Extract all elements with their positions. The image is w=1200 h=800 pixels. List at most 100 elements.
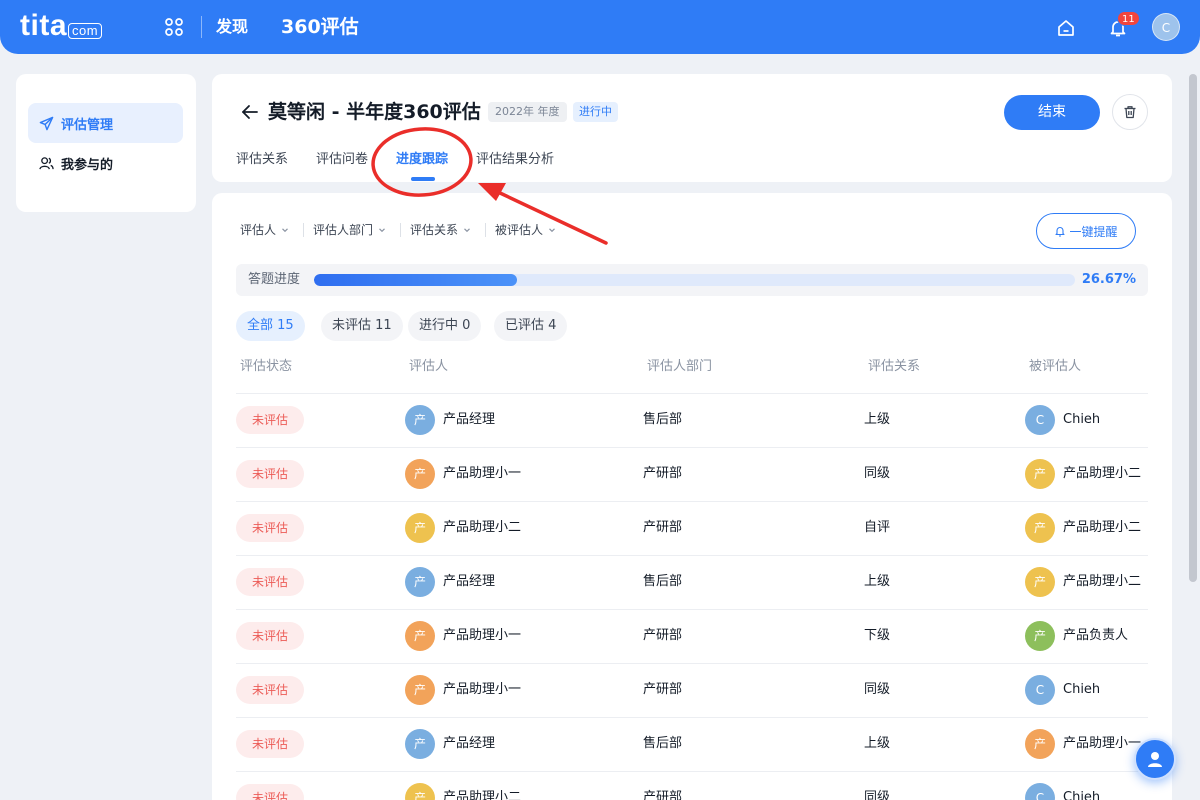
evaluation-relation: 上级 bbox=[864, 574, 891, 589]
home-icon[interactable] bbox=[1056, 18, 1076, 38]
customer-service-button[interactable] bbox=[1134, 738, 1176, 780]
bell-icon bbox=[1055, 227, 1066, 237]
table-row[interactable]: 未评估产产品助理小二 产研部 自评产产品助理小二 bbox=[236, 502, 1148, 556]
status-badge: 未评估 bbox=[236, 622, 304, 650]
chevron-down-icon bbox=[549, 228, 555, 233]
evaluatee-avatar: 产 bbox=[1025, 513, 1055, 543]
column-header-evaluator: 评估人 bbox=[409, 359, 449, 374]
tab-progress-tracking[interactable]: 进度跟踪 bbox=[396, 151, 448, 169]
evaluator-name: 产品经理 bbox=[443, 412, 496, 427]
filter-divider bbox=[485, 223, 486, 237]
filter-evaluator-department[interactable]: 评估人部门 bbox=[313, 222, 386, 238]
evaluatee-name: Chieh bbox=[1063, 412, 1101, 427]
chip-in-progress[interactable]: 进行中 0 bbox=[408, 311, 482, 341]
tab-result-analysis[interactable]: 评估结果分析 bbox=[476, 151, 554, 169]
notification-badge: 11 bbox=[1117, 11, 1140, 26]
evaluatee-avatar: 产 bbox=[1025, 567, 1055, 597]
evaluator-department: 产研部 bbox=[643, 682, 683, 697]
evaluator-name: 产品助理小一 bbox=[443, 466, 522, 481]
evaluator-avatar: 产 bbox=[405, 405, 435, 435]
nav-discover[interactable]: 发现 bbox=[216, 16, 248, 38]
nav-360-evaluation[interactable]: 360评估 bbox=[281, 14, 359, 40]
evaluator-department: 产研部 bbox=[643, 520, 683, 535]
evaluator-department: 售后部 bbox=[643, 412, 683, 427]
status-badge: 未评估 bbox=[236, 514, 304, 542]
back-arrow-icon[interactable] bbox=[240, 102, 260, 122]
filter-label: 评估关系 bbox=[410, 223, 459, 237]
evaluatee-avatar: 产 bbox=[1025, 459, 1055, 489]
evaluator-avatar: 产 bbox=[405, 621, 435, 651]
progress-label: 答题进度 bbox=[248, 272, 301, 287]
page-scrollbar[interactable] bbox=[1188, 72, 1198, 800]
tab-evaluation-relations[interactable]: 评估关系 bbox=[236, 151, 288, 169]
filter-evaluatee[interactable]: 被评估人 bbox=[495, 222, 556, 238]
column-header-evaluatee: 被评估人 bbox=[1029, 359, 1082, 374]
evaluatee-avatar: C bbox=[1025, 783, 1055, 800]
evaluation-relation: 上级 bbox=[864, 412, 891, 427]
table-row[interactable]: 未评估产产品经理 售后部 上级产产品助理小一 bbox=[236, 718, 1148, 772]
chip-not-evaluated[interactable]: 未评估 11 bbox=[321, 311, 403, 341]
top-bar: tita com 发现 360评估 11 C bbox=[0, 0, 1200, 54]
status-badge: 未评估 bbox=[236, 568, 304, 596]
evaluator-department: 售后部 bbox=[643, 574, 683, 589]
tab-evaluation-questionnaire[interactable]: 评估问卷 bbox=[316, 151, 368, 169]
filter-evaluator[interactable]: 评估人 bbox=[240, 222, 289, 238]
evaluatee-name: Chieh bbox=[1063, 790, 1101, 800]
evaluator-name: 产品助理小一 bbox=[443, 682, 522, 697]
status-badge: 未评估 bbox=[236, 730, 304, 758]
scrollbar-thumb[interactable] bbox=[1189, 74, 1197, 582]
evaluatee-name: 产品负责人 bbox=[1063, 628, 1129, 643]
logo-suffix: com bbox=[68, 23, 103, 39]
filter-divider bbox=[400, 223, 401, 237]
evaluator-name: 产品经理 bbox=[443, 736, 496, 751]
table-row[interactable]: 未评估 产产品助理小一 产研部 同级 C Chieh bbox=[236, 664, 1148, 718]
column-header-relation: 评估关系 bbox=[868, 359, 921, 374]
people-icon bbox=[39, 156, 54, 169]
trash-icon bbox=[1124, 106, 1136, 119]
year-tag: 2022年 年度 bbox=[488, 102, 567, 122]
logo-text: tita bbox=[20, 9, 67, 42]
evaluation-relation: 上级 bbox=[864, 736, 891, 751]
evaluation-header-card: 莫等闲 - 半年度360评估 2022年 年度 进行中 结束 评估关系 评估问卷… bbox=[212, 74, 1172, 182]
table-row[interactable]: 未评估产产品助理小一 产研部 同级产产品助理小二 bbox=[236, 448, 1148, 502]
end-button[interactable]: 结束 bbox=[1004, 95, 1100, 130]
sidebar-item-label: 我参与的 bbox=[61, 157, 114, 173]
progress-tracking-card: 评估人 评估人部门 评估关系 被评估人 一键提醒 答题进度 26.67% 全部 … bbox=[212, 193, 1172, 800]
chip-evaluated[interactable]: 已评估 4 bbox=[494, 311, 568, 341]
delete-button[interactable] bbox=[1112, 94, 1148, 130]
sidebar-item-participated[interactable]: 我参与的 bbox=[28, 143, 183, 183]
status-badge: 未评估 bbox=[236, 784, 304, 800]
remind-label: 一键提醒 bbox=[1069, 224, 1118, 239]
progress-track bbox=[314, 274, 1075, 286]
evaluation-relation: 同级 bbox=[864, 790, 891, 800]
sidebar-item-evaluation-management[interactable]: 评估管理 bbox=[28, 103, 183, 143]
evaluator-avatar: 产 bbox=[405, 459, 435, 489]
evaluatee-avatar: 产 bbox=[1025, 621, 1055, 651]
table-row[interactable]: 未评估 产产品助理小二 产研部 同级 C Chieh bbox=[236, 772, 1148, 800]
apps-grid-icon[interactable] bbox=[164, 17, 184, 37]
status-badge: 未评估 bbox=[236, 676, 304, 704]
evaluation-relation: 自评 bbox=[864, 520, 891, 535]
evaluator-avatar: 产 bbox=[405, 729, 435, 759]
user-avatar[interactable]: C bbox=[1152, 13, 1180, 41]
filter-label: 被评估人 bbox=[495, 223, 544, 237]
evaluator-name: 产品助理小二 bbox=[443, 520, 522, 535]
progress-value: 26.67% bbox=[1081, 272, 1136, 287]
evaluator-department: 产研部 bbox=[643, 790, 683, 800]
chevron-down-icon bbox=[379, 228, 385, 233]
chevron-down-icon bbox=[282, 228, 288, 233]
table-row[interactable]: 未评估产产品经理 售后部 上级产产品助理小二 bbox=[236, 556, 1148, 610]
evaluation-relation: 下级 bbox=[864, 628, 891, 643]
chevron-down-icon bbox=[464, 228, 470, 233]
table-row[interactable]: 未评估产产品助理小一 产研部 下级产产品负责人 bbox=[236, 610, 1148, 664]
evaluator-avatar: 产 bbox=[405, 513, 435, 543]
evaluator-name: 产品助理小一 bbox=[443, 628, 522, 643]
evaluator-name: 产品经理 bbox=[443, 574, 496, 589]
tita-logo[interactable]: tita com bbox=[20, 8, 103, 44]
evaluator-avatar: 产 bbox=[405, 675, 435, 705]
filter-relation[interactable]: 评估关系 bbox=[410, 222, 471, 238]
chip-all[interactable]: 全部 15 bbox=[236, 311, 305, 341]
table-row[interactable]: 未评估 产产品经理 售后部 上级 C Chieh bbox=[236, 394, 1148, 448]
column-header-department: 评估人部门 bbox=[647, 359, 713, 374]
one-click-remind-button[interactable]: 一键提醒 bbox=[1036, 213, 1136, 249]
